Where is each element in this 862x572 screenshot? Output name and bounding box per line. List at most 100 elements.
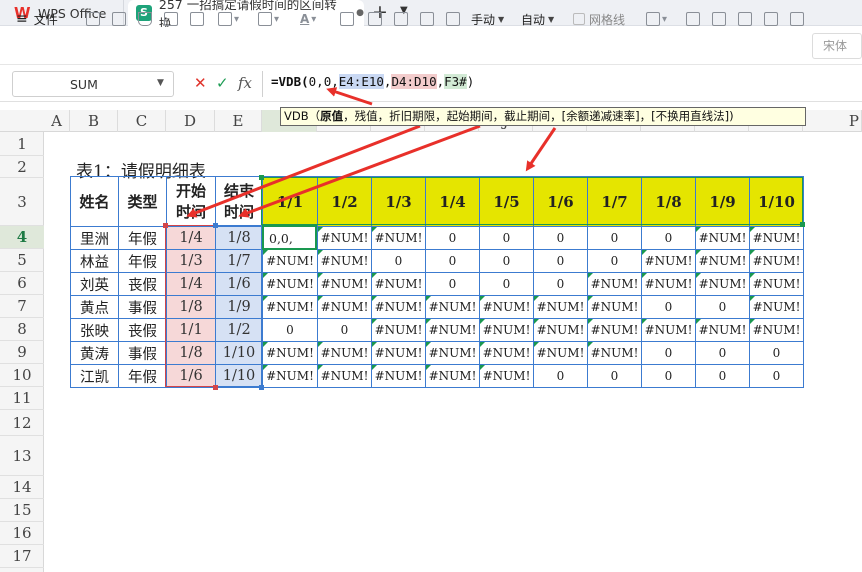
result-cell[interactable]: #NUM!	[533, 295, 588, 319]
result-cell[interactable]: #NUM!	[695, 318, 750, 342]
result-cell[interactable]: #NUM!	[371, 272, 426, 296]
insert-function-icon[interactable]: fx	[238, 74, 252, 92]
row-header[interactable]: 11	[0, 387, 44, 410]
result-cell[interactable]: #NUM!	[425, 364, 480, 388]
type-cell[interactable]: 年假	[118, 249, 167, 273]
font-color-button[interactable]: A ▾	[300, 8, 316, 30]
row-header[interactable]: 4	[0, 226, 44, 249]
align-left-button[interactable]	[712, 8, 726, 30]
result-cell[interactable]: 0	[641, 341, 696, 365]
column-header[interactable]: P	[803, 110, 862, 132]
result-cell[interactable]: #NUM!	[587, 295, 642, 319]
row-header[interactable]: 10	[0, 364, 44, 387]
result-cell[interactable]: 0	[479, 272, 534, 296]
name-cell[interactable]: 里洲	[70, 226, 119, 250]
result-cell[interactable]: #NUM!	[317, 295, 372, 319]
table-style-button[interactable]: ▾	[646, 8, 667, 30]
result-cell[interactable]: #NUM!	[695, 272, 750, 296]
header-cell-end[interactable]: 结束时间	[215, 176, 263, 227]
chevron-down-icon[interactable]: ▼	[157, 78, 164, 88]
result-cell[interactable]: #NUM!	[262, 364, 318, 388]
result-cell[interactable]: #NUM!	[371, 364, 426, 388]
name-cell[interactable]: 江凯	[70, 364, 119, 388]
type-cell[interactable]: 丧假	[118, 318, 167, 342]
format-button[interactable]	[340, 8, 354, 30]
result-cell[interactable]: #NUM!	[749, 226, 804, 250]
result-cell[interactable]: 0	[695, 295, 750, 319]
file-menu-button[interactable]: ≡ 文件	[16, 8, 58, 30]
move-button[interactable]	[686, 8, 700, 30]
result-cell[interactable]: 0	[479, 249, 534, 273]
result-cell[interactable]: #NUM!	[317, 272, 372, 296]
result-cell[interactable]: 0	[587, 226, 642, 250]
fill-color-button[interactable]: ▾	[258, 8, 279, 30]
export-button[interactable]	[112, 8, 126, 30]
insert-button[interactable]	[446, 8, 460, 30]
freeze-button[interactable]	[420, 8, 434, 30]
type-cell[interactable]: 年假	[118, 226, 167, 250]
row-header[interactable]: 7	[0, 295, 44, 318]
name-cell[interactable]: 黄点	[70, 295, 119, 319]
result-cell[interactable]: #NUM!	[425, 295, 480, 319]
result-cell[interactable]: #NUM!	[695, 226, 750, 250]
result-cell[interactable]: #NUM!	[479, 295, 534, 319]
confirm-icon[interactable]: ✓	[216, 74, 229, 92]
wrap-button[interactable]	[394, 8, 408, 30]
result-cell[interactable]: #NUM!	[533, 318, 588, 342]
gridlines-checkbox[interactable]: 网格线	[573, 8, 625, 30]
filter-button[interactable]	[138, 8, 152, 30]
font-name-select[interactable]: 宋体	[812, 33, 862, 59]
row-header[interactable]: 1	[0, 132, 44, 156]
result-cell[interactable]: #NUM!	[695, 249, 750, 273]
header-cell-name[interactable]: 姓名	[70, 176, 119, 227]
column-header[interactable]: B	[70, 110, 118, 132]
result-cell[interactable]: 0	[749, 364, 804, 388]
result-cell[interactable]: #NUM!	[749, 318, 804, 342]
result-cell[interactable]: #NUM!	[317, 226, 372, 250]
result-cell[interactable]: 0	[641, 226, 696, 250]
result-cell[interactable]: 0	[317, 318, 372, 342]
row-header[interactable]: 15	[0, 499, 44, 522]
calc-manual-dropdown[interactable]: 手动 ▼	[471, 8, 504, 30]
result-cell[interactable]: 0	[641, 364, 696, 388]
type-cell[interactable]: 年假	[118, 364, 167, 388]
name-cell[interactable]: 刘英	[70, 272, 119, 296]
row-header[interactable]: 2	[0, 156, 44, 178]
row-header[interactable]: 9	[0, 341, 44, 364]
result-cell[interactable]: 0	[425, 272, 480, 296]
range-handle[interactable]	[259, 385, 264, 390]
name-cell[interactable]: 黄涛	[70, 341, 119, 365]
result-cell[interactable]: 0	[425, 226, 480, 250]
result-cell[interactable]: 0	[262, 318, 318, 342]
row-header[interactable]: 17	[0, 545, 44, 568]
row-header[interactable]: 13	[0, 436, 44, 476]
result-cell[interactable]: #NUM!	[317, 249, 372, 273]
range-handle[interactable]	[213, 385, 218, 390]
result-cell[interactable]: 0	[695, 364, 750, 388]
range-handle[interactable]	[800, 222, 805, 227]
align-right-button[interactable]	[764, 8, 778, 30]
result-cell[interactable]: 0	[479, 226, 534, 250]
result-cell[interactable]: #NUM!	[262, 272, 318, 296]
range-handle[interactable]	[259, 175, 264, 180]
row-header[interactable]: 5	[0, 249, 44, 272]
result-cell[interactable]: 0	[371, 249, 426, 273]
result-cell[interactable]: #NUM!	[317, 341, 372, 365]
result-cell[interactable]: 0	[641, 295, 696, 319]
save-button[interactable]	[86, 8, 100, 30]
borders-button[interactable]: ▾	[218, 8, 239, 30]
result-cell[interactable]: #NUM!	[587, 341, 642, 365]
header-cell-start[interactable]: 开始时间	[166, 176, 216, 227]
result-cell[interactable]: #NUM!	[479, 364, 534, 388]
row-header[interactable]: 12	[0, 410, 44, 436]
cancel-icon[interactable]: ✕	[194, 74, 207, 92]
unsaved-dot-icon[interactable]: ●	[356, 8, 364, 18]
result-cell[interactable]: #NUM!	[479, 341, 534, 365]
result-cell[interactable]: 0	[533, 272, 588, 296]
result-cell[interactable]: #NUM!	[641, 318, 696, 342]
result-cell[interactable]: 0	[533, 226, 588, 250]
result-cell[interactable]: #NUM!	[425, 341, 480, 365]
column-header[interactable]: D	[166, 110, 215, 132]
calc-auto-dropdown[interactable]: 自动 ▼	[521, 8, 554, 30]
result-cell[interactable]: 0	[695, 341, 750, 365]
